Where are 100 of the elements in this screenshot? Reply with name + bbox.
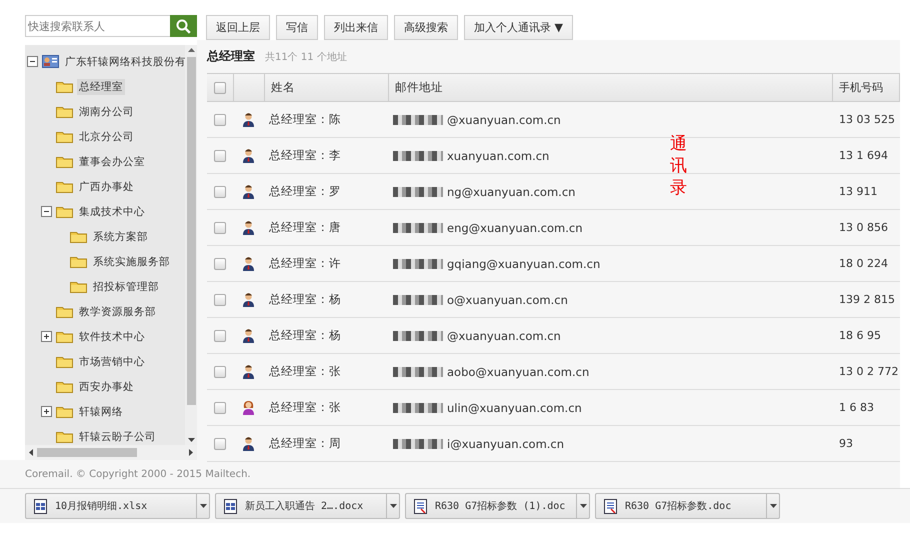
toolbar-button[interactable]: 高级搜索 bbox=[394, 15, 458, 40]
redaction-mark bbox=[393, 150, 443, 160]
table-cell-text: 总经理室：陈 bbox=[268, 112, 342, 127]
table-cell: @xuanyuan.com.cn bbox=[447, 328, 561, 342]
person-icon bbox=[242, 400, 254, 415]
tree-item[interactable]: 轩辕云盼子公司 bbox=[77, 428, 158, 444]
folder-icon bbox=[56, 80, 73, 93]
table-cell-text: 总经理室：许 bbox=[268, 256, 342, 271]
dropdown-button[interactable]: 加入个人通讯录 ▼ bbox=[464, 15, 573, 40]
checkbox[interactable] bbox=[214, 402, 226, 414]
table-cell-text: 总经理室：杨 bbox=[268, 328, 342, 343]
expand-icon[interactable] bbox=[41, 331, 52, 342]
expand-icon[interactable] bbox=[41, 406, 52, 417]
caret-icon[interactable] bbox=[576, 494, 589, 518]
folder-icon bbox=[70, 255, 87, 268]
table-cell-text: 总经理室：张 bbox=[268, 364, 342, 379]
checkbox[interactable] bbox=[214, 222, 226, 234]
caret-icon[interactable] bbox=[386, 494, 399, 518]
table-cell-text: 总经理室：周 bbox=[268, 436, 342, 451]
tree-item[interactable]: 软件技术中心 bbox=[77, 328, 147, 344]
table-cell-text: 总经理室：罗 bbox=[268, 184, 342, 199]
folder-icon bbox=[56, 155, 73, 168]
tree-item[interactable]: 西安办事处 bbox=[77, 378, 136, 394]
scrollbar[interactable] bbox=[185, 45, 197, 445]
annotation-text: 通讯录 bbox=[670, 133, 687, 200]
redaction-mark bbox=[393, 438, 443, 448]
person-icon bbox=[242, 328, 254, 343]
search-button[interactable] bbox=[170, 15, 197, 37]
column-header[interactable]: 邮件地址 bbox=[389, 74, 833, 101]
table-cell: xuanyuan.com.cn bbox=[447, 148, 550, 162]
folder-icon bbox=[56, 130, 73, 143]
checkbox[interactable] bbox=[214, 330, 226, 342]
right-arrow-icon[interactable] bbox=[189, 449, 193, 456]
tree-item[interactable]: 教学资源服务部 bbox=[77, 304, 158, 320]
tree-item[interactable]: 广西办事处 bbox=[77, 178, 136, 194]
download-item[interactable]: R630 G7招标参数 (1).doc bbox=[405, 493, 590, 519]
table-cell: @xuanyuan.com.cn bbox=[447, 112, 561, 126]
column-header[interactable]: 手机号码 bbox=[833, 74, 900, 101]
toolbar-button[interactable]: 返回上层 bbox=[206, 15, 270, 40]
up-arrow-icon[interactable] bbox=[188, 48, 194, 52]
table-cell-text: 总经理室：唐 bbox=[268, 220, 342, 235]
toolbar-button[interactable]: 写信 bbox=[276, 15, 318, 40]
checkbox[interactable] bbox=[214, 258, 226, 270]
checkbox[interactable] bbox=[214, 366, 226, 378]
tree-item[interactable]: 集成技术中心 bbox=[77, 204, 147, 220]
redaction-mark bbox=[393, 258, 443, 268]
folder-icon bbox=[56, 305, 73, 318]
folder-icon bbox=[70, 230, 87, 243]
spreadsheet-icon bbox=[34, 498, 47, 514]
table-cell: ng@xuanyuan.com.cn bbox=[447, 184, 576, 198]
checkbox[interactable] bbox=[214, 294, 226, 306]
table-cell: gqiang@xuanyuan.com.cn bbox=[447, 256, 600, 270]
tree-item[interactable]: 系统实施服务部 bbox=[91, 254, 172, 270]
search-icon bbox=[176, 18, 191, 34]
document-icon bbox=[414, 498, 427, 514]
toolbar-button[interactable]: 列出来信 bbox=[324, 15, 388, 40]
table-cell-text: 93 bbox=[838, 437, 854, 450]
tree-item[interactable]: 轩辕网络 bbox=[77, 404, 125, 420]
download-item[interactable]: R630 G7招标参数.doc bbox=[595, 493, 780, 519]
tree-item[interactable]: 招投标管理部 bbox=[91, 278, 161, 294]
left-arrow-icon[interactable] bbox=[29, 449, 33, 456]
tree-item[interactable]: 系统方案部 bbox=[91, 228, 150, 244]
table-cell: ulin@xuanyuan.com.cn bbox=[447, 400, 582, 414]
caret-icon[interactable] bbox=[766, 494, 779, 518]
folder-title: 总经理室 bbox=[207, 48, 255, 65]
scrollbar[interactable] bbox=[25, 445, 197, 460]
tree-item[interactable]: 北京分公司 bbox=[77, 128, 136, 144]
folder-icon bbox=[56, 405, 73, 418]
tree-item[interactable]: 市场营销中心 bbox=[77, 354, 147, 370]
checkbox[interactable] bbox=[214, 114, 226, 126]
table-cell-text: 总经理室：张 bbox=[268, 400, 342, 415]
table-cell-text: 13 0 856 bbox=[838, 221, 889, 234]
tree-item[interactable]: 湖南分公司 bbox=[77, 104, 136, 120]
table-cell-text: 13 03 525 bbox=[838, 113, 896, 126]
checkbox[interactable] bbox=[214, 186, 226, 198]
checkbox[interactable] bbox=[214, 150, 226, 162]
table-cell: o@xuanyuan.com.cn bbox=[447, 292, 568, 306]
redaction-mark bbox=[393, 114, 443, 124]
checkbox[interactable] bbox=[214, 438, 226, 450]
folder-icon bbox=[56, 355, 73, 368]
download-item[interactable]: 10月报销明细.xlsx bbox=[25, 493, 210, 519]
table-cell-text: 总经理室：杨 bbox=[268, 292, 342, 307]
download-item[interactable]: 新员工入职通告 2….docx bbox=[215, 493, 400, 519]
select-all-checkbox[interactable] bbox=[214, 82, 226, 94]
table-cell: i@xuanyuan.com.cn bbox=[447, 436, 564, 450]
table-cell-text: 18 0 224 bbox=[838, 257, 889, 270]
redaction-mark bbox=[393, 222, 443, 232]
down-arrow-icon[interactable] bbox=[188, 438, 194, 442]
collapse-icon[interactable] bbox=[27, 56, 38, 67]
tree-item[interactable]: 总经理室 bbox=[77, 78, 125, 94]
person-icon bbox=[242, 292, 254, 307]
table-cell-text: 13 911 bbox=[838, 185, 878, 198]
person-icon bbox=[242, 148, 254, 163]
person-icon bbox=[242, 364, 254, 379]
collapse-icon[interactable] bbox=[41, 206, 52, 217]
table-cell-text: 1 6 83 bbox=[838, 401, 875, 414]
caret-icon[interactable] bbox=[196, 494, 209, 518]
tree-item[interactable]: 董事会办公室 bbox=[77, 154, 147, 170]
column-header[interactable]: 姓名 bbox=[265, 74, 389, 101]
folder-icon bbox=[56, 380, 73, 393]
